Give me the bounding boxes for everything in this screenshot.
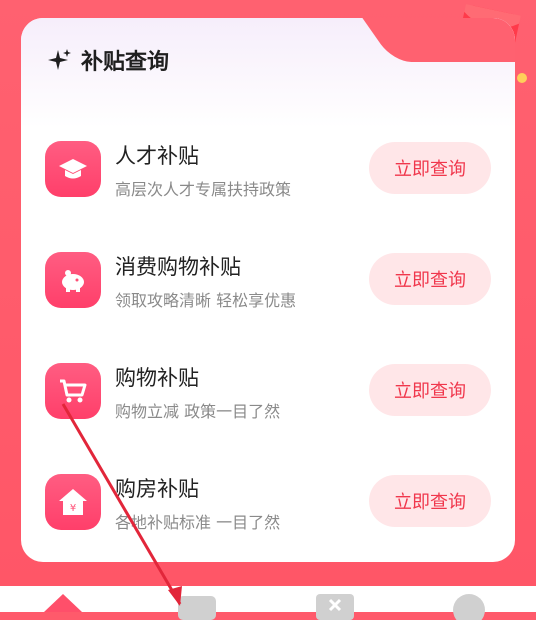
item-title: 购物补贴 [115,366,199,390]
bottom-tab-bar [0,586,536,620]
wallet-icon[interactable] [174,590,220,620]
item-subtitle: 各地补贴标准 一目了然 [115,513,281,532]
home-icon[interactable] [40,590,86,620]
sparkle-icon [48,49,71,70]
query-button[interactable]: 立即查询 [369,253,491,305]
subsidy-item-talent: 人才补贴 高层次人才专属扶持政策 立即查询 [21,128,515,208]
graduation-cap-icon [45,141,101,197]
item-subtitle: 领取攻略清晰 轻松享优惠 [115,291,297,310]
item-subtitle: 购物立减 政策一目了然 [115,402,281,421]
section-title: 补贴查询 [47,45,169,75]
subsidy-item-housing: ¥ 购房补贴 各地补贴标准 一目了然 立即查询 [21,461,515,541]
piggy-bank-icon [45,252,101,308]
svg-text:¥: ¥ [70,503,76,514]
item-title: 购房补贴 [115,477,199,501]
profile-icon[interactable] [446,590,492,620]
house-yuan-icon: ¥ [45,474,101,530]
item-title: 人才补贴 [115,144,199,168]
item-title: 消费购物补贴 [115,255,241,279]
subsidy-card: 补贴查询 人才补贴 高层次人才专属扶持政策 立即查询 消费购物补贴 领取攻略清晰… [21,18,515,562]
subsidy-item-consumer-shopping: 消费购物补贴 领取攻略清晰 轻松享优惠 立即查询 [21,239,515,319]
shopping-cart-icon [45,363,101,419]
section-title-text: 补贴查询 [81,50,170,75]
ticket-icon[interactable] [312,590,358,620]
query-button[interactable]: 立即查询 [369,142,491,194]
item-subtitle: 高层次人才专属扶持政策 [115,180,292,199]
query-button[interactable]: 立即查询 [369,475,491,527]
query-button[interactable]: 立即查询 [369,364,491,416]
subsidy-item-shopping: 购物补贴 购物立减 政策一目了然 立即查询 [21,350,515,430]
